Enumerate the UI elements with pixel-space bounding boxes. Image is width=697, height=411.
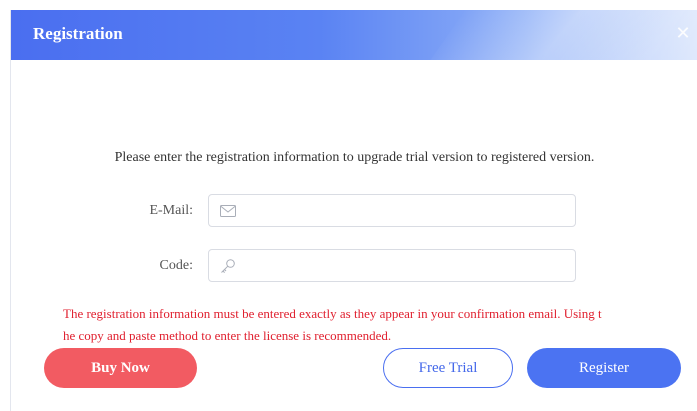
warning-line: he copy and paste method to enter the li… (63, 328, 392, 343)
free-trial-button[interactable]: Free Trial (383, 348, 513, 388)
email-input[interactable] (243, 195, 567, 228)
code-label: Code: (159, 258, 193, 273)
key-icon (221, 259, 235, 273)
envelope-icon (220, 205, 236, 217)
intro-text: Please enter the registration informatio… (114, 150, 595, 165)
dialog-title: Registration (33, 24, 123, 43)
code-input[interactable] (243, 250, 567, 283)
email-label: E-Mail: (149, 203, 193, 218)
registration-dialog: Registration ✕ Please enter the registra… (10, 10, 697, 411)
buy-now-button[interactable]: Buy Now (44, 348, 197, 388)
register-button[interactable]: Register (527, 348, 681, 388)
warning-text: The registration information must be ent… (63, 303, 663, 347)
code-field[interactable] (208, 249, 576, 283)
email-field[interactable] (208, 194, 576, 228)
close-icon[interactable]: ✕ (674, 25, 692, 43)
warning-line: The registration information must be ent… (63, 306, 602, 321)
title-bar[interactable]: Registration ✕ (11, 10, 697, 60)
